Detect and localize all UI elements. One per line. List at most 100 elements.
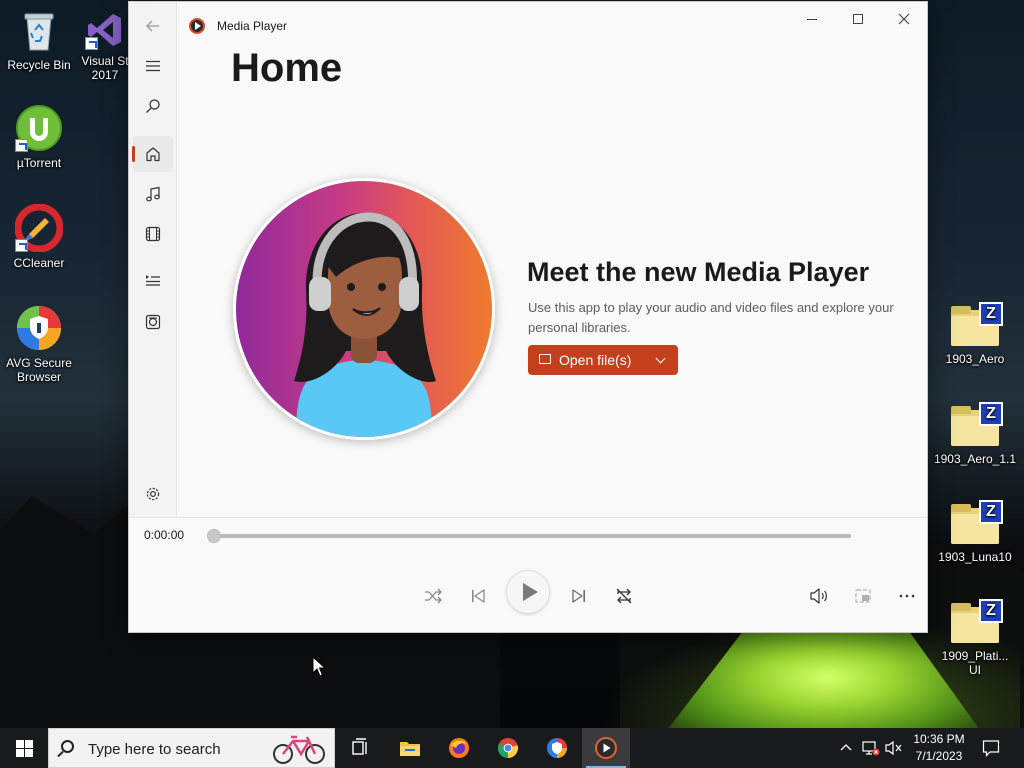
chrome-icon bbox=[497, 738, 518, 759]
maximize-icon bbox=[853, 14, 863, 25]
nav-music-button[interactable] bbox=[133, 176, 173, 212]
desktop-icon-label: µTorrent bbox=[16, 156, 62, 170]
chevron-down-icon[interactable] bbox=[655, 353, 666, 364]
nav-search-button[interactable] bbox=[133, 88, 173, 124]
taskbar-task-view[interactable] bbox=[336, 728, 384, 768]
desktop-icon-label: AVG Secure Browser bbox=[6, 356, 72, 384]
minimize-icon bbox=[807, 18, 817, 20]
notification-center-icon[interactable] bbox=[982, 739, 1000, 757]
zip-folder-icon: Z bbox=[951, 402, 1003, 446]
minimize-button[interactable] bbox=[789, 2, 835, 34]
file-explorer-icon bbox=[400, 742, 420, 756]
volume-muted-icon[interactable] bbox=[885, 740, 903, 756]
media-player-logo-icon bbox=[189, 18, 205, 34]
start-button[interactable] bbox=[0, 728, 48, 768]
avg-browser-icon bbox=[15, 304, 63, 352]
recycle-bin-icon bbox=[15, 6, 63, 54]
desktop-icon-label: 1903_Aero_1.1 bbox=[933, 452, 1017, 466]
open-files-label: Open file(s) bbox=[559, 352, 632, 368]
taskbar-file-explorer[interactable] bbox=[386, 728, 434, 768]
next-icon bbox=[572, 589, 585, 603]
shortcut-arrow-icon bbox=[15, 139, 28, 152]
more-options-icon bbox=[899, 594, 915, 598]
window-title: Media Player bbox=[217, 19, 288, 33]
elapsed-time: 0:00:00 bbox=[144, 528, 185, 542]
shortcut-arrow-icon bbox=[15, 239, 28, 252]
shuffle-button[interactable] bbox=[419, 582, 447, 610]
bicycle-highlight-icon bbox=[273, 735, 325, 764]
player-controls-bar: 0:00:00 bbox=[129, 517, 927, 632]
repeat-button[interactable] bbox=[610, 582, 638, 610]
playlists-icon bbox=[145, 314, 161, 330]
taskbar-search-box[interactable]: Type here to search bbox=[48, 728, 335, 768]
desktop-icon-label: Recycle Bin bbox=[7, 58, 71, 72]
hamburger-menu-icon bbox=[146, 60, 160, 72]
seek-thumb[interactable] bbox=[207, 529, 221, 543]
volume-icon bbox=[810, 588, 827, 604]
nav-home-button[interactable] bbox=[132, 136, 173, 172]
firefox-icon bbox=[449, 738, 469, 758]
nav-play-queue-button[interactable] bbox=[133, 262, 173, 298]
mini-player-button[interactable] bbox=[849, 582, 877, 610]
next-button[interactable] bbox=[565, 582, 593, 610]
clock-date[interactable]: 7/1/2023 bbox=[908, 749, 970, 763]
seek-bar[interactable] bbox=[207, 529, 851, 543]
volume-button[interactable] bbox=[805, 582, 833, 610]
play-queue-icon bbox=[146, 275, 160, 286]
taskbar-media-player[interactable] bbox=[582, 728, 630, 768]
zip-folder-icon: Z bbox=[951, 500, 1003, 544]
desktop-icon-1903-aero-1-1[interactable]: Z 1903_Aero_1.1 bbox=[932, 400, 1018, 466]
gear-icon bbox=[146, 487, 160, 501]
desktop-icon-avg-secure-browser[interactable]: AVG Secure Browser bbox=[0, 304, 78, 384]
previous-button[interactable] bbox=[464, 582, 492, 610]
hero-heading: Meet the new Media Player bbox=[527, 257, 870, 287]
search-icon bbox=[61, 740, 74, 753]
shuffle-icon bbox=[425, 588, 442, 604]
zip-folder-icon: Z bbox=[951, 302, 1003, 346]
media-player-window: Media Player Home Meet the new Media Pla… bbox=[128, 1, 928, 633]
desktop-icon-label: CCleaner bbox=[13, 256, 65, 270]
taskbar-firefox[interactable] bbox=[435, 728, 483, 768]
taskbar: Type here to search 10:36 PM 7/1/2023 bbox=[0, 728, 1024, 768]
desktop-icon-1903-luna10[interactable]: Z 1903_Luna10 bbox=[936, 498, 1014, 564]
desktop-icon-ccleaner[interactable]: CCleaner bbox=[0, 203, 78, 270]
desktop-icon-recycle-bin[interactable]: Recycle Bin bbox=[0, 6, 78, 72]
close-icon bbox=[898, 13, 910, 25]
nav-video-button[interactable] bbox=[133, 216, 173, 252]
video-film-icon bbox=[145, 226, 161, 242]
nav-playlists-button[interactable] bbox=[133, 304, 173, 340]
taskbar-chrome[interactable] bbox=[484, 728, 532, 768]
desktop-icon-label: 1903_Aero bbox=[945, 352, 1005, 366]
page-title: Home bbox=[231, 46, 343, 90]
back-arrow-icon bbox=[146, 20, 159, 32]
mouse-cursor-icon bbox=[312, 656, 326, 677]
music-note-icon bbox=[146, 186, 160, 202]
ccleaner-icon bbox=[14, 203, 64, 253]
shortcut-arrow-icon bbox=[85, 37, 98, 50]
more-options-button[interactable] bbox=[893, 582, 921, 610]
visual-studio-icon bbox=[85, 10, 125, 50]
play-button[interactable] bbox=[506, 570, 550, 614]
close-button[interactable] bbox=[881, 2, 927, 34]
woman-with-headphones-illustration bbox=[294, 212, 436, 437]
open-files-button[interactable]: Open file(s) bbox=[528, 345, 678, 375]
desktop-icon-1903-aero[interactable]: Z 1903_Aero bbox=[936, 300, 1014, 366]
title-bar[interactable]: Media Player bbox=[177, 2, 927, 50]
network-disconnected-icon[interactable] bbox=[862, 740, 880, 756]
zip-folder-icon: Z bbox=[951, 599, 1003, 643]
nav-back-button[interactable] bbox=[133, 8, 173, 44]
nav-settings-button[interactable] bbox=[133, 476, 173, 512]
desktop-icon-utorrent[interactable]: µTorrent bbox=[0, 104, 78, 170]
mini-player-icon bbox=[855, 589, 871, 603]
hero-illustration bbox=[233, 178, 495, 440]
desktop-icon-1909-platinum-ui[interactable]: Z 1909_Plati... UI bbox=[936, 597, 1014, 677]
nav-menu-button[interactable] bbox=[133, 48, 173, 84]
desktop-icon-label: 1903_Luna10 bbox=[938, 550, 1012, 564]
desktop-icon-label: 1909_Plati... UI bbox=[941, 649, 1009, 677]
show-hidden-icons-chevron-up-icon[interactable] bbox=[840, 742, 852, 752]
active-nav-indicator bbox=[132, 146, 135, 162]
clock-time[interactable]: 10:36 PM bbox=[908, 732, 970, 746]
task-view-icon bbox=[352, 738, 367, 755]
taskbar-avg-browser[interactable] bbox=[533, 728, 581, 768]
maximize-button[interactable] bbox=[835, 2, 881, 34]
